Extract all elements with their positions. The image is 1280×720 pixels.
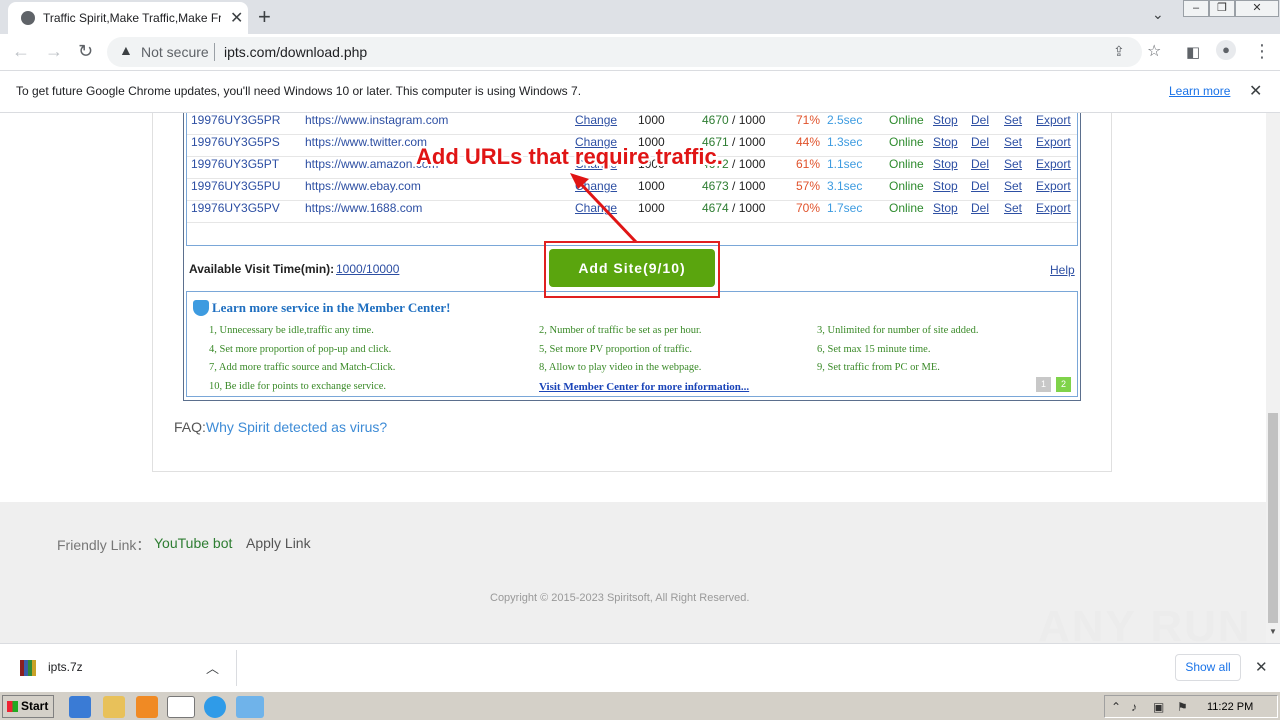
url-text[interactable]: ipts.com/download.php bbox=[224, 44, 367, 60]
infobar-close-icon[interactable]: ✕ bbox=[1249, 81, 1262, 101]
page-scrollbar[interactable]: ▼ bbox=[1266, 113, 1280, 643]
download-filename[interactable]: ipts.7z bbox=[48, 660, 83, 674]
reload-icon[interactable]: ↻ bbox=[78, 41, 93, 62]
annotation-arrow bbox=[570, 173, 638, 244]
globe-icon bbox=[21, 11, 35, 25]
sidepanel-icon[interactable]: ◧ bbox=[1186, 43, 1200, 61]
annotation-text: Add URLs that require traffic. bbox=[416, 144, 723, 169]
system-tray: ⌃ ♪ ▣ ⚑ 11:22 PM bbox=[1104, 695, 1278, 718]
menu-icon[interactable]: ⋮ bbox=[1253, 41, 1271, 62]
chevron-up-icon[interactable]: ︿ bbox=[206, 658, 219, 677]
edge-icon[interactable] bbox=[204, 696, 226, 718]
network-icon[interactable]: ▣ bbox=[1153, 700, 1164, 714]
archive-file-icon bbox=[20, 660, 36, 676]
start-label: Start bbox=[21, 699, 49, 713]
tray-arrow-icon[interactable]: ⌃ bbox=[1111, 700, 1121, 714]
action-center-flag-icon[interactable]: ⚑ bbox=[1177, 700, 1188, 714]
tab-strip: Traffic Spirit,Make Traffic,Make Free ✕ … bbox=[0, 0, 1280, 34]
bookmark-star-icon[interactable]: ☆ bbox=[1147, 41, 1161, 61]
browser-tab[interactable]: Traffic Spirit,Make Traffic,Make Free ✕ bbox=[8, 2, 248, 34]
browser-toolbar: ← → ↻ ▲ Not secure ipts.com/download.php… bbox=[0, 34, 1280, 71]
chrome-icon[interactable] bbox=[167, 696, 195, 718]
update-infobar: To get future Google Chrome updates, you… bbox=[0, 71, 1280, 113]
tab-search-icon[interactable]: ⌄ bbox=[1152, 6, 1164, 23]
show-all-button[interactable]: Show all bbox=[1175, 654, 1241, 681]
scrollbar-thumb[interactable] bbox=[1268, 413, 1278, 623]
profile-avatar-icon[interactable]: ● bbox=[1216, 40, 1236, 60]
address-separator bbox=[214, 43, 215, 61]
explorer-folder-icon[interactable] bbox=[103, 696, 125, 718]
ie-icon[interactable] bbox=[69, 696, 91, 718]
clock[interactable]: 11:22 PM bbox=[1207, 701, 1253, 713]
restore-button[interactable]: ❐ bbox=[1209, 0, 1235, 17]
start-button[interactable]: Start bbox=[2, 695, 54, 718]
scroll-down-icon[interactable]: ▼ bbox=[1269, 627, 1277, 636]
traffic-spirit-icon[interactable] bbox=[236, 696, 264, 718]
volume-icon[interactable]: ♪ bbox=[1131, 700, 1137, 714]
learn-more-link[interactable]: Learn more bbox=[1169, 84, 1230, 98]
windows-taskbar: Start ⌃ ♪ ▣ ⚑ 11:22 PM bbox=[0, 691, 1280, 720]
add-site-button[interactable]: Add Site(9/10) bbox=[549, 249, 715, 287]
back-icon[interactable]: ← bbox=[12, 41, 30, 62]
new-tab-icon[interactable]: + bbox=[258, 4, 271, 30]
download-shelf: ipts.7z ︿ Show all ✕ bbox=[0, 643, 1280, 691]
infobar-message: To get future Google Chrome updates, you… bbox=[16, 84, 582, 98]
forward-icon[interactable]: → bbox=[45, 41, 63, 62]
page-content: 19976UY3G5PR https://www.instagram.com Cha… bbox=[0, 113, 1266, 643]
close-window-button[interactable]: ✕ bbox=[1235, 0, 1279, 17]
media-player-icon[interactable] bbox=[136, 696, 158, 718]
tab-close-icon[interactable]: ✕ bbox=[230, 8, 243, 28]
shelf-divider bbox=[236, 650, 237, 686]
address-bar[interactable]: ▲ Not secure ipts.com/download.php ⇪ ☆ bbox=[107, 37, 1161, 67]
windows-flag-icon bbox=[7, 701, 18, 712]
tab-title: Traffic Spirit,Make Traffic,Make Free bbox=[43, 11, 221, 25]
share-icon[interactable]: ⇪ bbox=[1113, 43, 1125, 60]
warning-icon[interactable]: ▲ bbox=[119, 42, 133, 58]
minimize-button[interactable]: – bbox=[1183, 0, 1209, 17]
security-label[interactable]: Not secure bbox=[141, 44, 209, 60]
shelf-close-icon[interactable]: ✕ bbox=[1255, 658, 1268, 676]
